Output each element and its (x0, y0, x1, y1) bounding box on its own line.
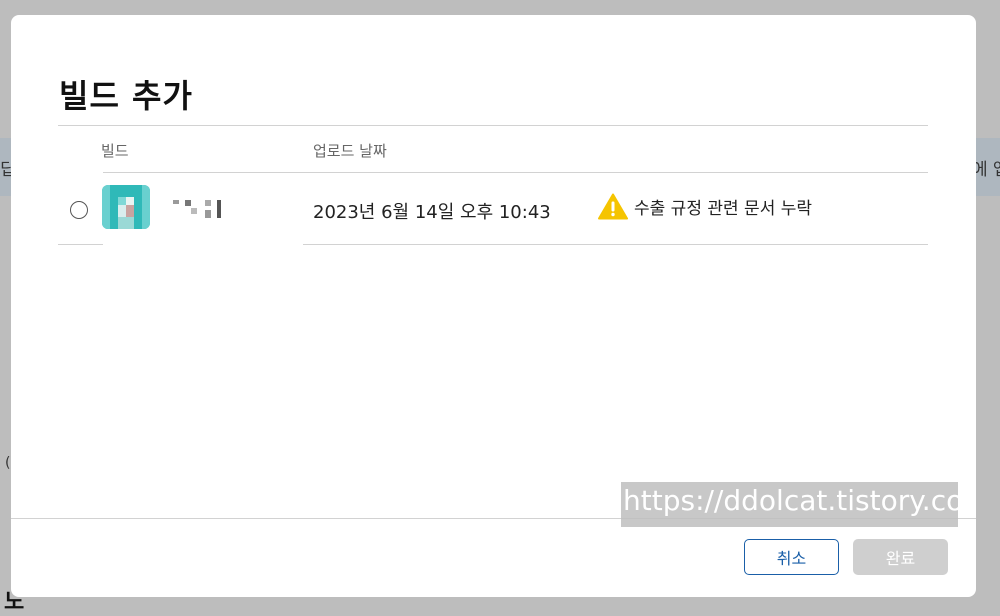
warning-label: 수출 규정 관련 문서 누락 (634, 199, 813, 219)
build-select-radio[interactable] (70, 201, 88, 219)
column-divider (303, 172, 928, 173)
upload-date: 2023년 6월 14일 오후 10:43 (313, 202, 551, 223)
build-name-blurred (171, 198, 221, 218)
header-divider (58, 125, 928, 126)
dialog-title: 빌드 추가 (59, 77, 193, 115)
column-header-build: 빌드 (101, 142, 129, 160)
row-divider (58, 244, 103, 245)
done-button[interactable]: 완료 (853, 539, 948, 575)
app-icon (102, 185, 150, 229)
watermark-text: https://ddolcat.tistory.com (621, 482, 958, 527)
column-divider (103, 172, 303, 173)
export-compliance-warning: 수출 규정 관련 문서 누락 (598, 193, 812, 220)
row-divider (303, 244, 928, 245)
column-header-upload-date: 업로드 날짜 (313, 142, 387, 160)
background-text-right: 에 앱 (972, 160, 1000, 180)
background-edge-mark: ( (5, 455, 11, 471)
warning-icon (598, 193, 628, 220)
cancel-button[interactable]: 취소 (744, 539, 839, 575)
